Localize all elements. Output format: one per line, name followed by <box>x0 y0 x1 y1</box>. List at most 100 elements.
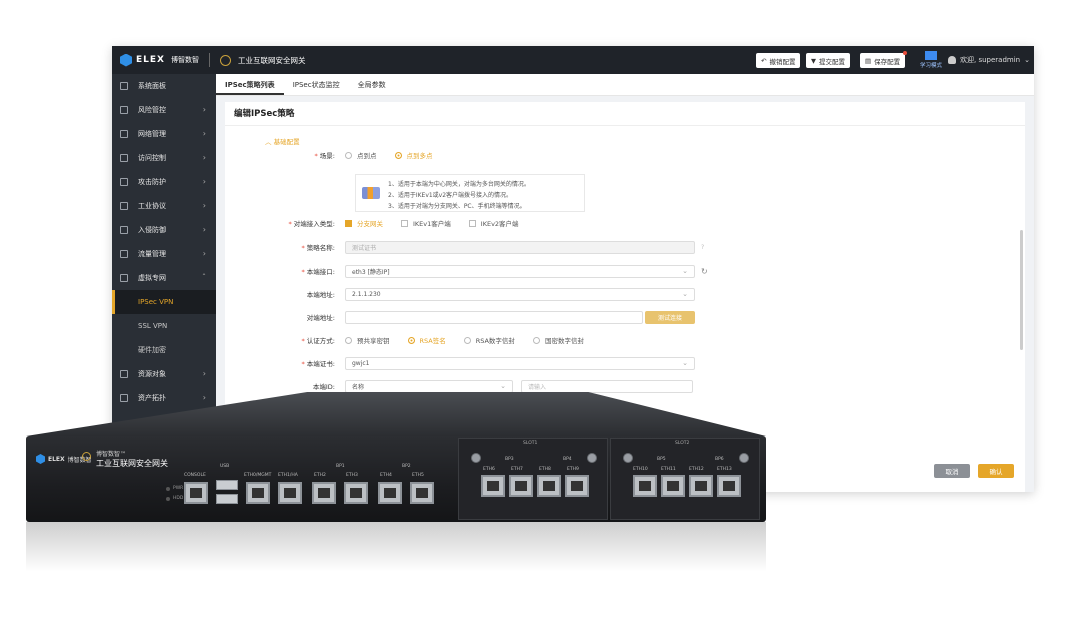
sidebar-item-network[interactable]: 网络管理 › <box>112 122 216 146</box>
screw-icon <box>587 453 597 463</box>
cert-select[interactable]: gwjc1 ⌄ <box>345 356 695 370</box>
bypass-label: BP1 <box>336 464 345 469</box>
notification-dot <box>903 51 908 55</box>
sidebar-item-vpn[interactable]: 虚拟专网 ˆ <box>112 266 216 290</box>
device-top-cover <box>26 392 766 436</box>
eth13-port <box>717 475 741 497</box>
chevron-right-icon: › <box>202 225 206 234</box>
radio-icon <box>532 336 540 344</box>
test-connection-button[interactable]: 测试连接 <box>645 310 695 324</box>
scene-point-to-multi[interactable]: 点到多点 <box>394 150 433 160</box>
sidebar-item-label: 攻击防护 <box>138 178 166 186</box>
save-config-button[interactable]: ▤ 保存配置 <box>860 51 908 68</box>
checkbox-icon <box>401 219 408 227</box>
user-menu[interactable]: 欢迎, superadmin ⌄ <box>948 55 1030 65</box>
label-text: 认证方式: <box>306 337 335 345</box>
tab-ipsec-status[interactable]: IPSec状态监控 <box>284 74 349 95</box>
sidebar-item-ipsec-vpn[interactable]: IPSec VPN <box>112 290 216 314</box>
learn-mode-button[interactable]: 学习模式 <box>918 49 944 73</box>
chevron-down-icon: ⌄ <box>500 382 506 390</box>
port-label: ETH12 <box>689 467 704 472</box>
refresh-icon[interactable]: ↻ <box>701 267 708 276</box>
eth3-port <box>344 482 368 504</box>
local-id-row: 本端ID: 名称 ⌄ 请输入 <box>313 379 693 393</box>
peer-type-ikev2[interactable]: IKEv2客户端 <box>468 218 519 228</box>
sidebar-item-hw-encrypt[interactable]: 硬件加密 <box>112 338 216 362</box>
local-addr-select[interactable]: 2.1.1.230 ⌄ <box>345 287 695 301</box>
attack-icon <box>120 178 128 186</box>
product-name: 工业互联网安全网关 <box>237 55 306 65</box>
sidebar-item-label: SSL VPN <box>138 322 168 330</box>
sidebar-item-access[interactable]: 访问控制 › <box>112 146 216 170</box>
bypass-label: BP4 <box>563 457 572 462</box>
resource-icon <box>120 370 128 378</box>
option-label: 预共享密钥 <box>357 337 390 345</box>
led-pwr: PWR <box>166 486 183 491</box>
tab-global-params[interactable]: 全局参数 <box>349 74 395 95</box>
auth-label: * 认证方式: <box>301 337 335 345</box>
chevron-right-icon: › <box>202 153 206 162</box>
help-icon[interactable]: ? <box>701 244 704 251</box>
peer-addr-input[interactable] <box>345 310 643 324</box>
eth7-port <box>509 475 533 497</box>
submit-config-button[interactable]: ▼ 提交配置 <box>806 53 850 68</box>
peer-addr-row: 对端地址: 测试连接 <box>307 310 695 324</box>
sidebar-item-label: 虚拟专网 <box>138 274 166 282</box>
logo-cn: 博智数智 <box>170 56 199 64</box>
sidebar-item-traffic[interactable]: 流量管理 › <box>112 242 216 266</box>
chevron-down-icon: ⌄ <box>682 290 688 298</box>
book-icon <box>925 51 937 60</box>
top-bar: ELEX 博智数智 工业互联网安全网关 ↶ 撤销配置 ▼ 提交配置 ▤ 保存配置 学习… <box>112 46 1034 74</box>
console-port <box>184 482 208 504</box>
scene-point-to-point[interactable]: 点到点 <box>345 150 377 160</box>
intrusion-icon <box>120 226 128 234</box>
logo-text: ELEX <box>136 55 165 65</box>
submit-icon: ▼ <box>811 56 816 65</box>
sidebar-item-dashboard[interactable]: 系统面板 <box>112 74 216 98</box>
chevron-down-icon: ⌄ <box>1024 56 1030 64</box>
slot-label: SLOT1 <box>523 441 538 446</box>
auth-rsa-envelope[interactable]: RSA数字信封 <box>463 335 515 345</box>
sidebar-item-industrial[interactable]: 工业协议 › <box>112 194 216 218</box>
port-label: ETH6 <box>483 467 495 472</box>
bypass-label: BP2 <box>402 464 411 469</box>
bypass-label: BP6 <box>715 457 724 462</box>
gateway-badge-icon <box>82 452 91 461</box>
save-icon: ▤ <box>865 56 872 65</box>
usb-port <box>216 494 238 504</box>
scrollbar[interactable] <box>1020 230 1023 350</box>
sidebar-item-ips[interactable]: 入侵防御 › <box>112 218 216 242</box>
sidebar-item-ssl-vpn[interactable]: SSL VPN <box>112 314 216 338</box>
device-brand-text: ELEX <box>48 455 65 463</box>
local-iface-select[interactable]: eth3 [静态IP] ⌄ <box>345 264 695 278</box>
revert-label: 撤销配置 <box>769 57 796 66</box>
port-label: ETH7 <box>511 467 523 472</box>
checkbox-icon <box>468 219 476 227</box>
chevron-right-icon: › <box>202 249 206 258</box>
label-text: 本端证书: <box>306 360 335 368</box>
peer-type-label: * 对端接入类型: <box>288 220 335 228</box>
section-basic-config[interactable]: ︿ 基础配置 <box>265 136 300 146</box>
sidebar-item-risk[interactable]: 风险管控 › <box>112 98 216 122</box>
sidebar-item-label: 资源对象 <box>138 370 166 378</box>
peer-type-ikev1[interactable]: IKEv1客户端 <box>401 218 451 228</box>
peer-addr-label: 对端地址: <box>307 312 335 322</box>
peer-type-branch[interactable]: 分支网关 <box>345 218 383 228</box>
auth-psk[interactable]: 预共享密钥 <box>345 335 390 345</box>
slot1-module: SLOT1 BP3 BP4 ETH6 ETH7 ETH8 ETH9 <box>458 438 608 520</box>
sidebar-item-resources[interactable]: 资源对象 › <box>112 362 216 386</box>
local-id-input[interactable]: 请输入 <box>521 379 693 393</box>
auth-row: * 认证方式: 预共享密钥 RSA签名 RSA数字信封 国密数字信封 <box>302 333 602 347</box>
revert-config-button[interactable]: ↶ 撤销配置 <box>756 53 801 68</box>
auth-rsa-sign[interactable]: RSA签名 <box>407 335 446 345</box>
user-icon <box>948 56 956 64</box>
sidebar-item-attack[interactable]: 攻击防护 › <box>112 170 216 194</box>
led-icon <box>166 496 170 501</box>
option-label: RSA签名 <box>419 337 446 345</box>
option-label: 国密数字信封 <box>544 337 584 345</box>
local-id-type-select[interactable]: 名称 ⌄ <box>345 379 513 393</box>
auth-sm-envelope[interactable]: 国密数字信封 <box>532 335 584 345</box>
tab-ipsec-policy-list[interactable]: IPSec策略列表 <box>216 74 284 95</box>
policy-name-input[interactable]: 测试证书 <box>345 240 695 254</box>
port-label: USB <box>220 464 230 469</box>
